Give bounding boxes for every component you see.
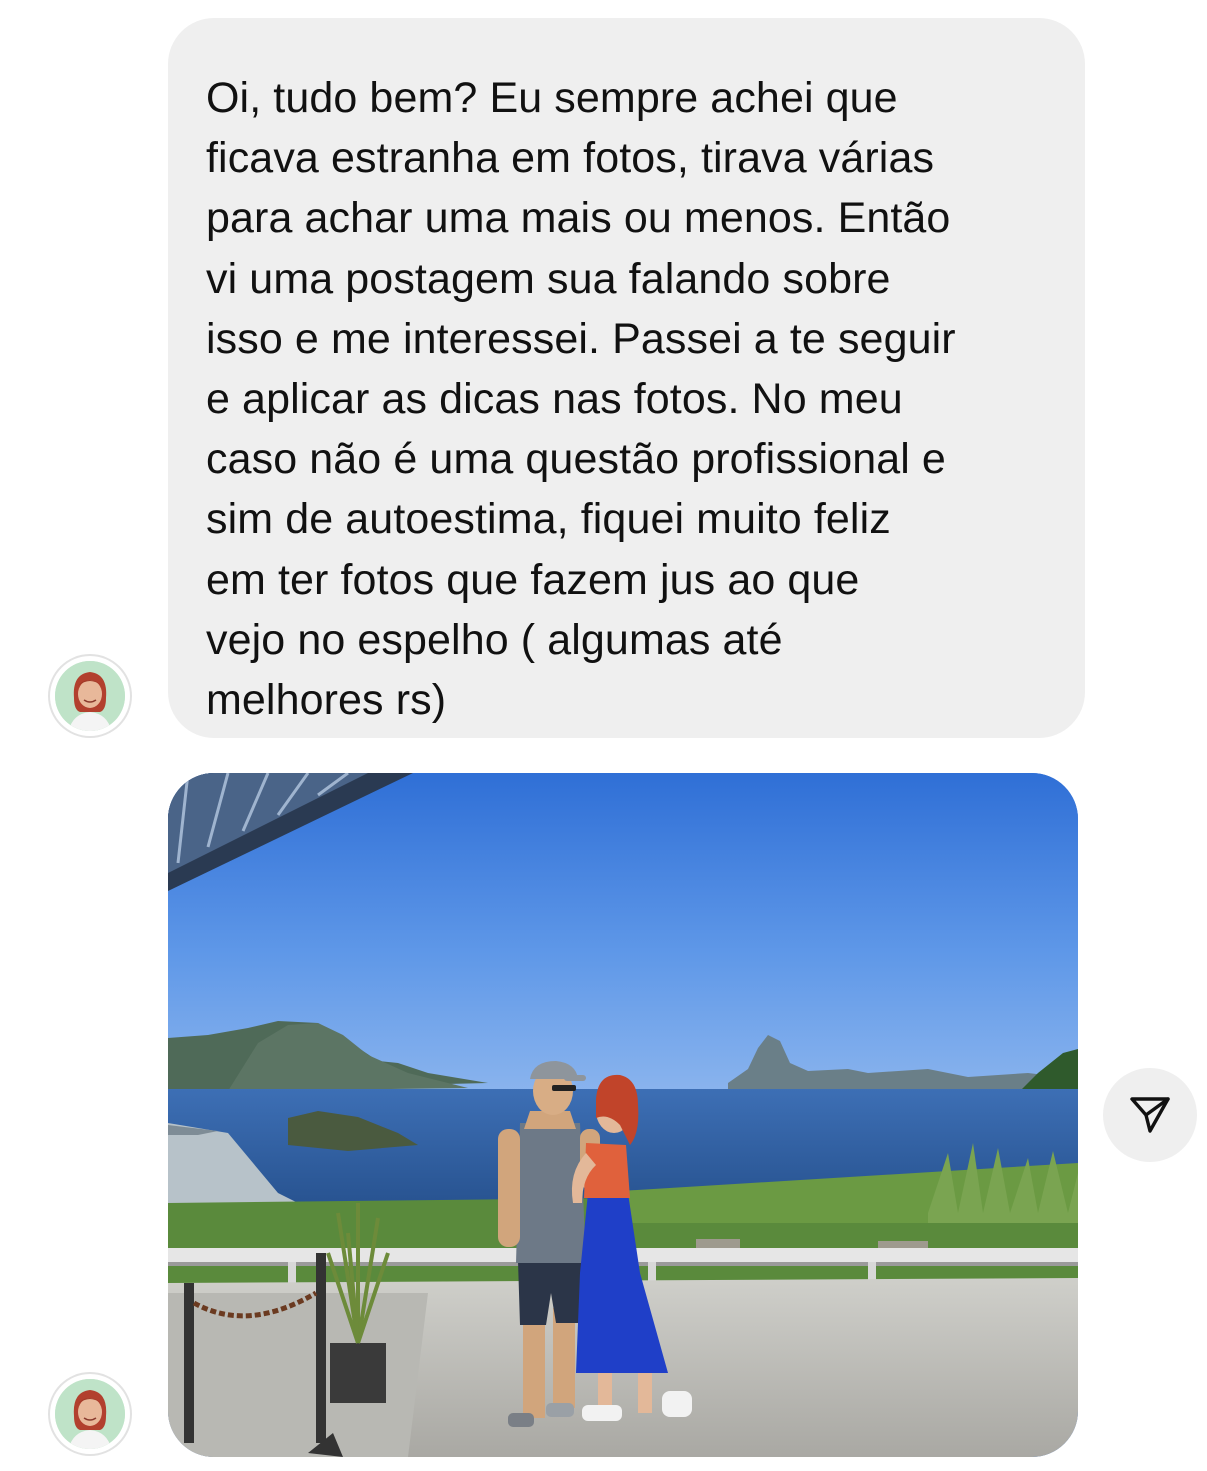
- sender-avatar[interactable]: [50, 656, 130, 736]
- message-bubble-text[interactable]: Oi, tudo bem? Eu sempre achei que ficava…: [168, 18, 1085, 738]
- message-text: Oi, tudo bem? Eu sempre achei que ficava…: [206, 74, 956, 725]
- share-button[interactable]: [1103, 1068, 1197, 1162]
- avatar-icon: [55, 1379, 125, 1449]
- avatar-icon: [55, 661, 125, 731]
- sender-avatar[interactable]: [50, 1374, 130, 1454]
- message-bubble-image[interactable]: [168, 773, 1078, 1457]
- couple-photo-seaside: [168, 773, 1078, 1457]
- send-paper-plane-icon: [1130, 1097, 1170, 1133]
